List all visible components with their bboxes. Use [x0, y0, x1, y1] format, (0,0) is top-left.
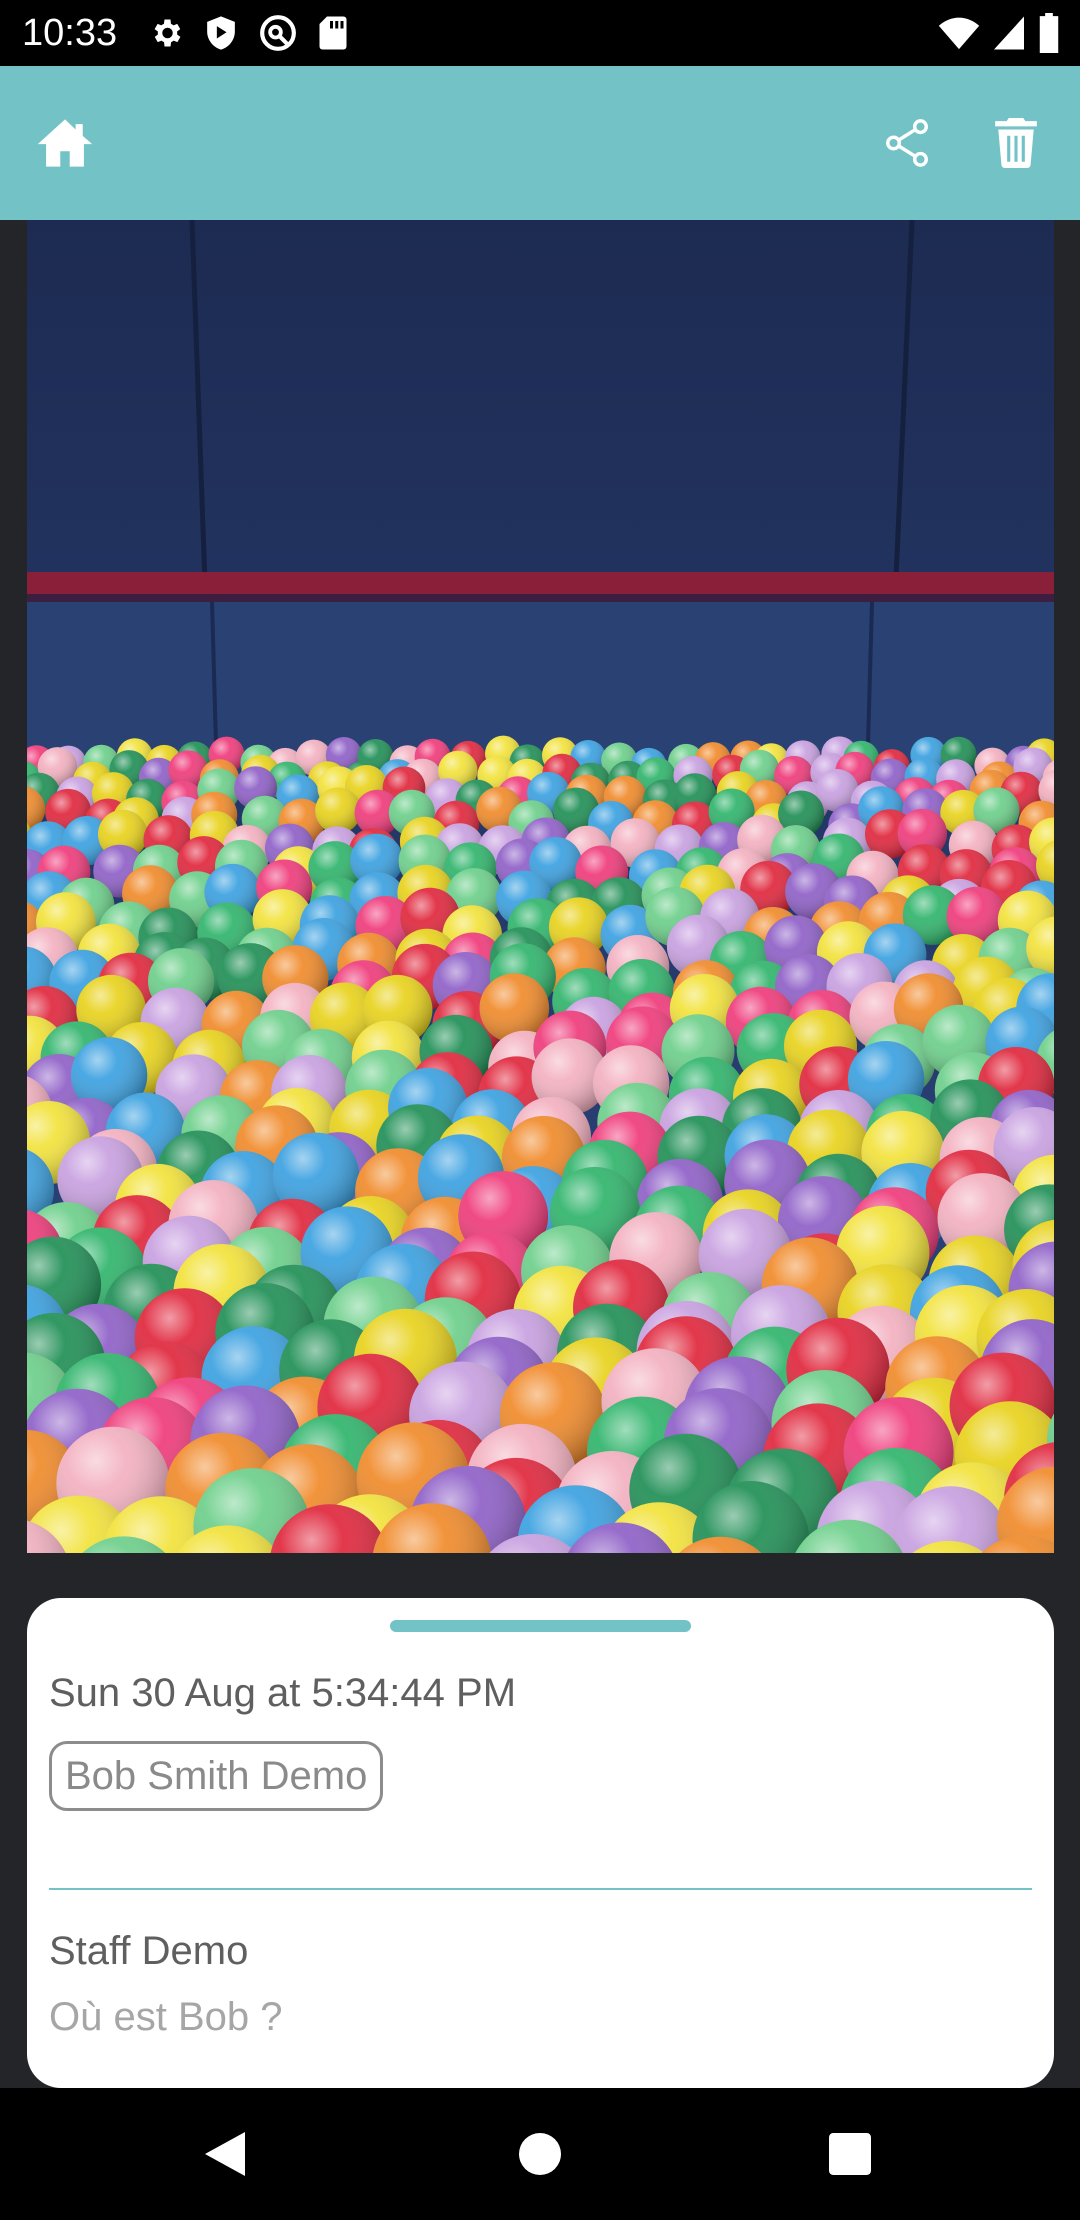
card-divider [49, 1888, 1032, 1890]
settings-icon [154, 19, 181, 47]
wifi-icon [938, 17, 980, 50]
status-right-icons [938, 13, 1060, 53]
home-button[interactable] [29, 107, 101, 179]
drag-handle[interactable] [390, 1620, 691, 1632]
nav-recents-button[interactable] [810, 2114, 890, 2194]
app-bar [0, 66, 1080, 220]
nav-back-button[interactable] [185, 2114, 265, 2194]
status-time: 10:33 [22, 12, 118, 54]
cellular-signal-icon [994, 16, 1024, 50]
home-circle-icon [519, 2133, 561, 2175]
home-icon [37, 119, 93, 167]
share-icon [886, 119, 928, 167]
back-icon [205, 2132, 245, 2176]
note-text: Où est Bob ? [49, 1995, 283, 2039]
ball-pit-image [27, 220, 1054, 1553]
delete-button[interactable] [980, 107, 1052, 179]
recents-icon [829, 2133, 871, 2175]
battery-icon [1039, 13, 1059, 53]
navigation-bar [0, 2088, 1080, 2220]
screen: 10:33 Sun 30 Aug at 5:34:44 PM Bob Smith… [0, 0, 1080, 2220]
delete-icon [995, 118, 1037, 168]
ball-pit-photo[interactable] [27, 220, 1054, 1553]
sd-card-icon [319, 16, 347, 50]
person-chip[interactable]: Bob Smith Demo [49, 1741, 384, 1811]
nav-home-button[interactable] [500, 2114, 580, 2194]
event-datetime: Sun 30 Aug at 5:34:44 PM [49, 1671, 517, 1715]
detail-card: Sun 30 Aug at 5:34:44 PM Bob Smith Demo … [27, 1598, 1054, 2088]
status-bar: 10:33 [0, 0, 1080, 66]
play-protect-icon [207, 16, 235, 50]
status-left-icons [148, 13, 348, 53]
vpn-key-icon [260, 15, 296, 51]
staff-name: Staff Demo [49, 1929, 249, 1973]
share-button[interactable] [871, 107, 943, 179]
